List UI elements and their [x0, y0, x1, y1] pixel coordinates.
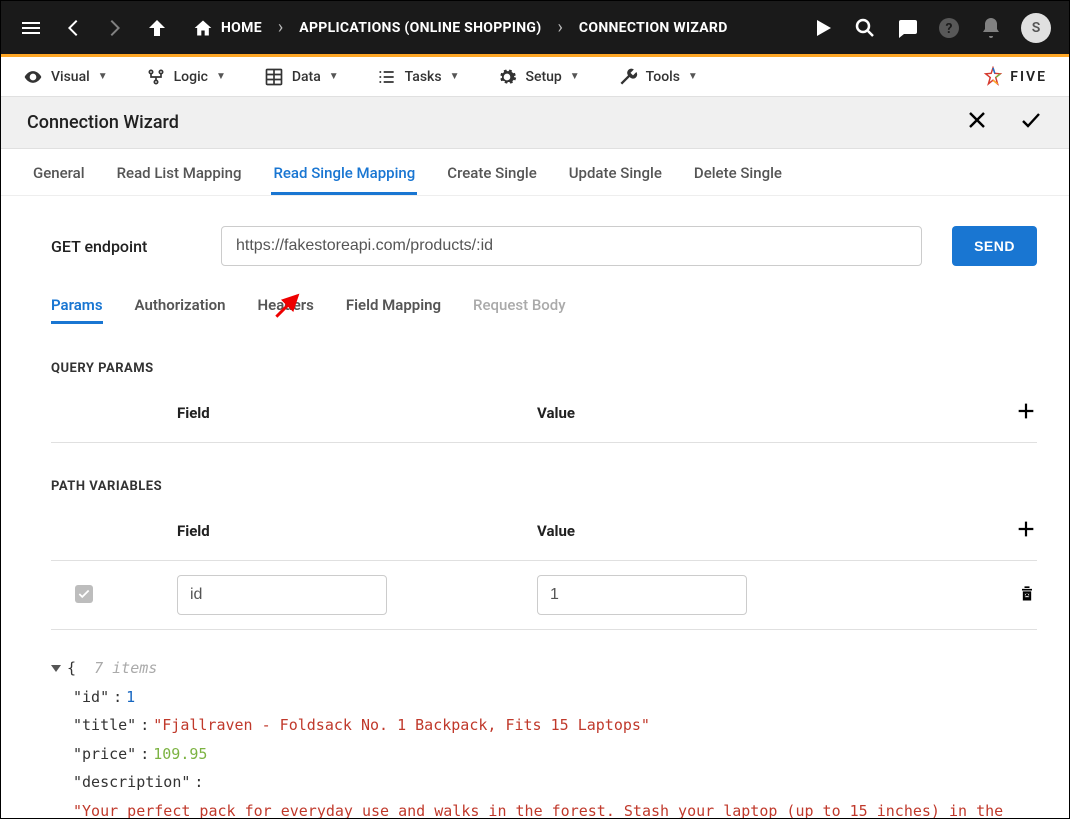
breadcrumb-home[interactable]: HOME — [193, 18, 262, 38]
json-item-count: 7 items — [94, 659, 157, 677]
tool-label: Visual — [51, 69, 90, 85]
section-path-variables: PATH VARIABLES — [51, 479, 1037, 494]
breadcrumb-home-label: HOME — [221, 20, 262, 36]
subtab-request-body: Request Body — [473, 288, 566, 324]
tool-tools[interactable]: Tools▼ — [618, 67, 698, 87]
section-query-params: QUERY PARAMS — [51, 361, 1037, 376]
column-field: Field — [171, 404, 531, 422]
menu-icon[interactable] — [19, 16, 43, 40]
tool-label: Setup — [525, 69, 561, 85]
tool-data[interactable]: Data▼ — [264, 67, 339, 87]
back-icon[interactable] — [61, 16, 85, 40]
confirm-button[interactable] — [1019, 108, 1043, 137]
add-query-param-button[interactable] — [1015, 400, 1037, 422]
tool-setup[interactable]: Setup▼ — [497, 67, 579, 87]
tab-delete-single[interactable]: Delete Single — [694, 152, 782, 194]
subtab-field-mapping[interactable]: Field Mapping — [346, 288, 441, 324]
forward-icon — [103, 16, 127, 40]
endpoint-label: GET endpoint — [51, 237, 191, 256]
tool-logic[interactable]: Logic▼ — [146, 67, 226, 87]
main-toolbar: Visual▼ Logic▼ Data▼ Tasks▼ Setup▼ Tools… — [1, 57, 1069, 97]
up-icon[interactable] — [145, 16, 169, 40]
mapping-tabs: General Read List Mapping Read Single Ma… — [1, 150, 1069, 196]
content-scroll[interactable]: General Read List Mapping Read Single Ma… — [1, 150, 1069, 818]
tab-create-single[interactable]: Create Single — [447, 152, 536, 194]
grid-icon — [264, 67, 284, 87]
page-header: Connection Wizard — [1, 97, 1069, 149]
svg-text:?: ? — [946, 21, 953, 37]
delete-row-button[interactable] — [1017, 583, 1037, 603]
gear-icon — [497, 67, 517, 87]
chat-icon[interactable] — [895, 16, 919, 40]
send-button[interactable]: SEND — [952, 226, 1037, 266]
brand-logo: FIVE — [982, 66, 1047, 88]
home-icon — [193, 18, 213, 38]
tab-read-single[interactable]: Read Single Mapping — [273, 152, 415, 194]
path-var-field-input[interactable] — [177, 575, 387, 615]
row-checkbox[interactable] — [75, 585, 93, 603]
close-button[interactable] — [965, 108, 989, 137]
breadcrumb-page[interactable]: CONNECTION WIZARD — [579, 20, 728, 36]
chevron-right-icon: › — [278, 17, 283, 38]
request-subtabs: Params Authorization Headers Field Mappi… — [51, 288, 1037, 325]
chevron-right-icon: › — [558, 17, 563, 38]
endpoint-input[interactable] — [221, 226, 922, 266]
path-variable-row — [51, 561, 1037, 629]
wrench-icon — [618, 67, 638, 87]
brand-text: FIVE — [1010, 69, 1047, 85]
bell-icon[interactable] — [979, 16, 1003, 40]
search-icon[interactable] — [853, 16, 877, 40]
breadcrumb: HOME › APPLICATIONS (ONLINE SHOPPING) › … — [193, 17, 728, 38]
tool-label: Tasks — [405, 69, 442, 85]
column-value: Value — [531, 522, 987, 540]
subtab-params[interactable]: Params — [51, 288, 103, 324]
subtab-authorization[interactable]: Authorization — [135, 288, 226, 324]
avatar[interactable]: S — [1021, 13, 1051, 43]
response-json: { 7 items "id":1 "title":"Fjallraven - F… — [51, 654, 1037, 818]
tool-visual[interactable]: Visual▼ — [23, 67, 108, 87]
column-field: Field — [171, 522, 531, 540]
logo-icon — [982, 66, 1004, 88]
path-var-value-input[interactable] — [537, 575, 747, 615]
tab-general[interactable]: General — [33, 152, 85, 194]
tab-read-list[interactable]: Read List Mapping — [117, 152, 242, 194]
breadcrumb-page-label: CONNECTION WIZARD — [579, 20, 728, 36]
column-value: Value — [531, 404, 987, 422]
tasks-icon — [377, 67, 397, 87]
tool-label: Tools — [646, 69, 680, 85]
logic-icon — [146, 67, 166, 87]
breadcrumb-app[interactable]: APPLICATIONS (ONLINE SHOPPING) — [299, 20, 541, 36]
app-topbar: HOME › APPLICATIONS (ONLINE SHOPPING) › … — [1, 1, 1069, 57]
tool-label: Data — [292, 69, 321, 85]
help-icon[interactable]: ? — [937, 16, 961, 40]
tool-tasks[interactable]: Tasks▼ — [377, 67, 460, 87]
page-title: Connection Wizard — [27, 112, 179, 133]
tool-label: Logic — [174, 69, 208, 85]
breadcrumb-app-label: APPLICATIONS (ONLINE SHOPPING) — [299, 20, 541, 36]
subtab-headers[interactable]: Headers — [258, 288, 314, 324]
add-path-variable-button[interactable] — [1015, 518, 1037, 540]
eye-icon — [23, 67, 43, 87]
play-icon[interactable] — [811, 16, 835, 40]
tab-update-single[interactable]: Update Single — [569, 152, 662, 194]
